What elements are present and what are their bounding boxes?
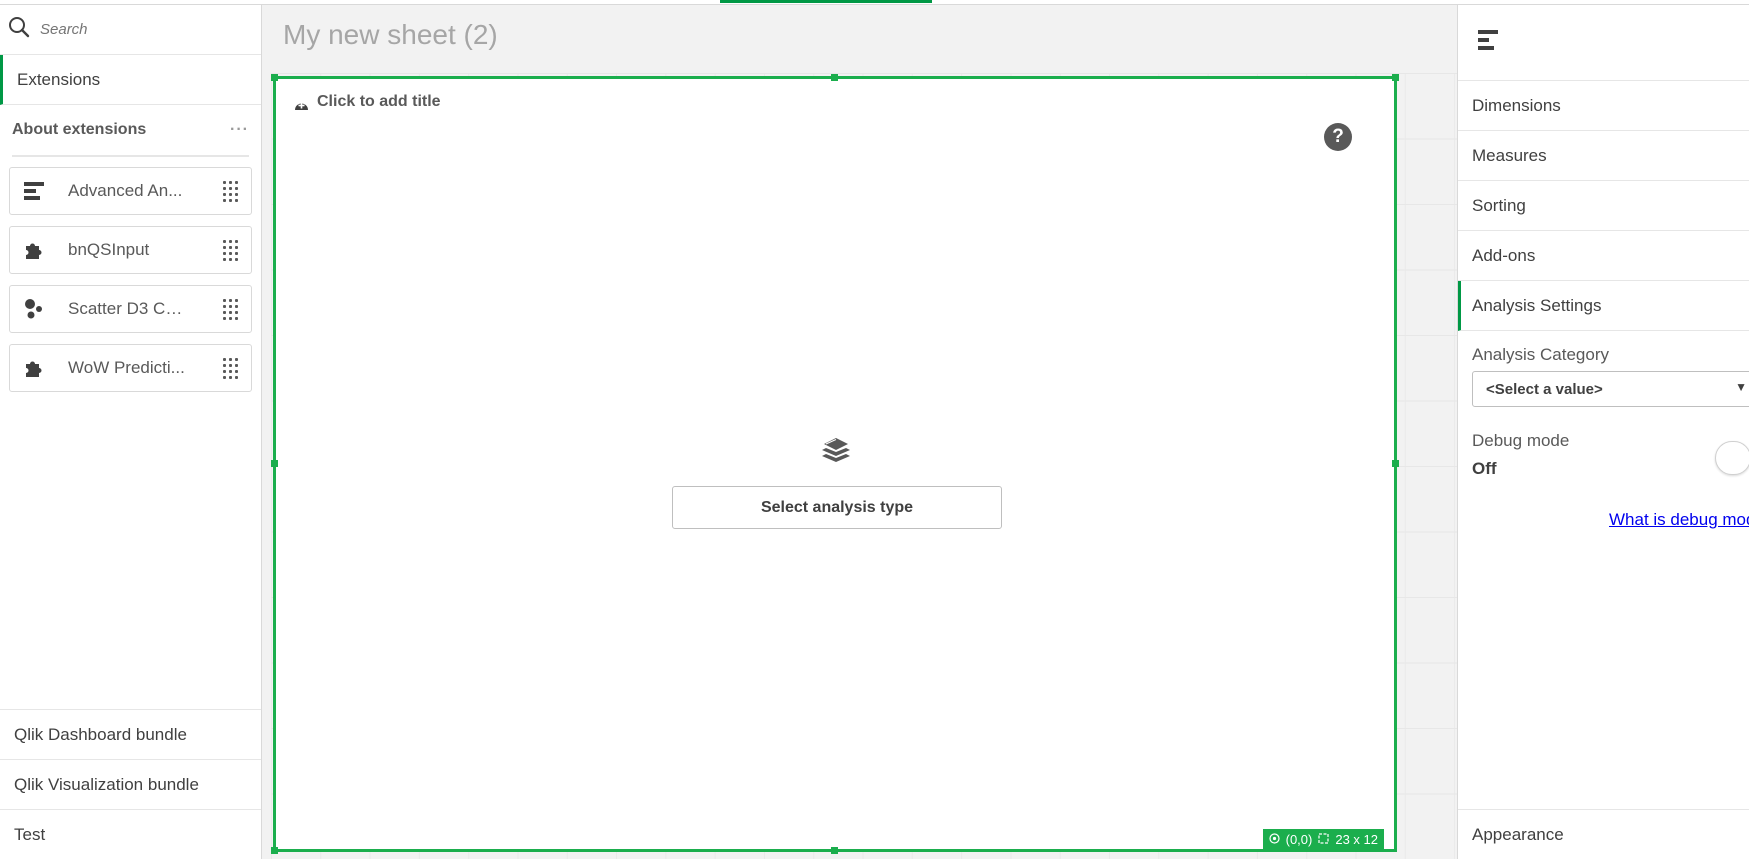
bar-list-icon [1476,28,1500,57]
resize-handle[interactable] [271,74,278,81]
extension-item[interactable]: WoW Predicti... [9,344,252,392]
more-options-icon[interactable]: ··· [230,121,249,139]
card-title[interactable]: Click to add title [294,91,441,112]
section-sorting[interactable]: Sorting [1458,181,1749,231]
scatter-icon [22,297,46,321]
section-measures[interactable]: Measures [1458,131,1749,181]
tab-extensions[interactable]: Extensions [0,55,261,105]
app-root: Extensions About extensions ··· Advanced… [0,0,1749,859]
extension-item[interactable]: bnQSInput [9,226,252,274]
books-icon [820,437,852,468]
visualization-card[interactable]: Click to add title ? Select analysis typ… [271,74,1399,854]
debug-mode-value: Off [1472,459,1497,478]
select-analysis-type-button[interactable]: Select analysis type [672,486,1002,529]
chevron-down-icon: ▼ [1735,380,1747,394]
drag-handle-icon[interactable] [221,297,239,321]
search-input[interactable] [40,21,240,38]
search-bar[interactable] [0,5,261,55]
bundle-qlik-dashboard[interactable]: Qlik Dashboard bundle [0,709,261,759]
drag-handle-icon[interactable] [221,179,239,203]
sheet-title[interactable]: My new sheet (2) [283,19,498,51]
resize-handle[interactable] [1392,74,1399,81]
extension-item[interactable]: Scatter D3 Ch... [9,285,252,333]
bundle-list: Qlik Dashboard bundle Qlik Visualization… [0,709,261,859]
extension-label: WoW Predicti... [68,358,185,377]
debug-mode-help-link[interactable]: What is debug mode? [1609,510,1749,530]
properties-header [1458,5,1749,81]
bundle-qlik-visualization[interactable]: Qlik Visualization bundle [0,759,261,809]
drag-handle-icon[interactable] [221,356,239,380]
add-circle-icon [294,97,309,112]
about-extensions-header[interactable]: About extensions ··· [0,105,261,155]
assets-panel: Extensions About extensions ··· Advanced… [0,5,262,859]
bundle-test[interactable]: Test [0,809,261,859]
debug-mode-label: Debug mode [1472,431,1570,450]
about-extensions-title: About extensions [12,121,147,138]
target-icon [1269,832,1280,847]
sheet-canvas: My new sheet (2) Click to add title ? Se… [263,5,1457,859]
search-icon [8,16,30,43]
section-appearance[interactable]: Appearance [1458,809,1749,859]
extension-label: Scatter D3 Ch... [68,299,188,318]
resize-handle[interactable] [271,460,278,467]
section-dimensions[interactable]: Dimensions [1458,81,1749,131]
resize-handle[interactable] [1392,460,1399,467]
puzzle-icon [22,238,46,262]
analysis-category-select[interactable]: <Select a value> ▼ [1472,371,1749,407]
top-accent [720,0,932,3]
resize-handle[interactable] [271,847,278,854]
drag-handle-icon[interactable] [221,238,239,262]
position-size-badge: (0,0) 23 x 12 [1262,829,1384,849]
size-text: 23 x 12 [1335,831,1378,847]
bar-list-icon [22,179,46,203]
extension-item[interactable]: Advanced An... [9,167,252,215]
properties-panel: Dimensions Measures Sorting Add-ons Anal… [1457,5,1749,859]
position-text: (0,0) [1285,831,1313,847]
resize-handle[interactable] [831,74,838,81]
puzzle-icon [22,356,46,380]
resize-handle[interactable] [831,847,838,854]
extension-label: Advanced An... [68,181,183,200]
size-icon [1318,832,1329,847]
section-analysis-settings[interactable]: Analysis Settings [1458,281,1749,331]
analysis-category-label: Analysis Category [1472,345,1610,364]
debug-mode-toggle[interactable] [1715,441,1749,475]
extension-list: Advanced An... bnQSInput Scatter D3 Ch..… [0,157,261,392]
card-title-text: Click to add title [317,92,441,110]
help-icon[interactable]: ? [1324,123,1352,151]
section-add-ons[interactable]: Add-ons [1458,231,1749,281]
analysis-category-value: <Select a value> [1486,380,1603,398]
extension-label: bnQSInput [68,240,150,259]
